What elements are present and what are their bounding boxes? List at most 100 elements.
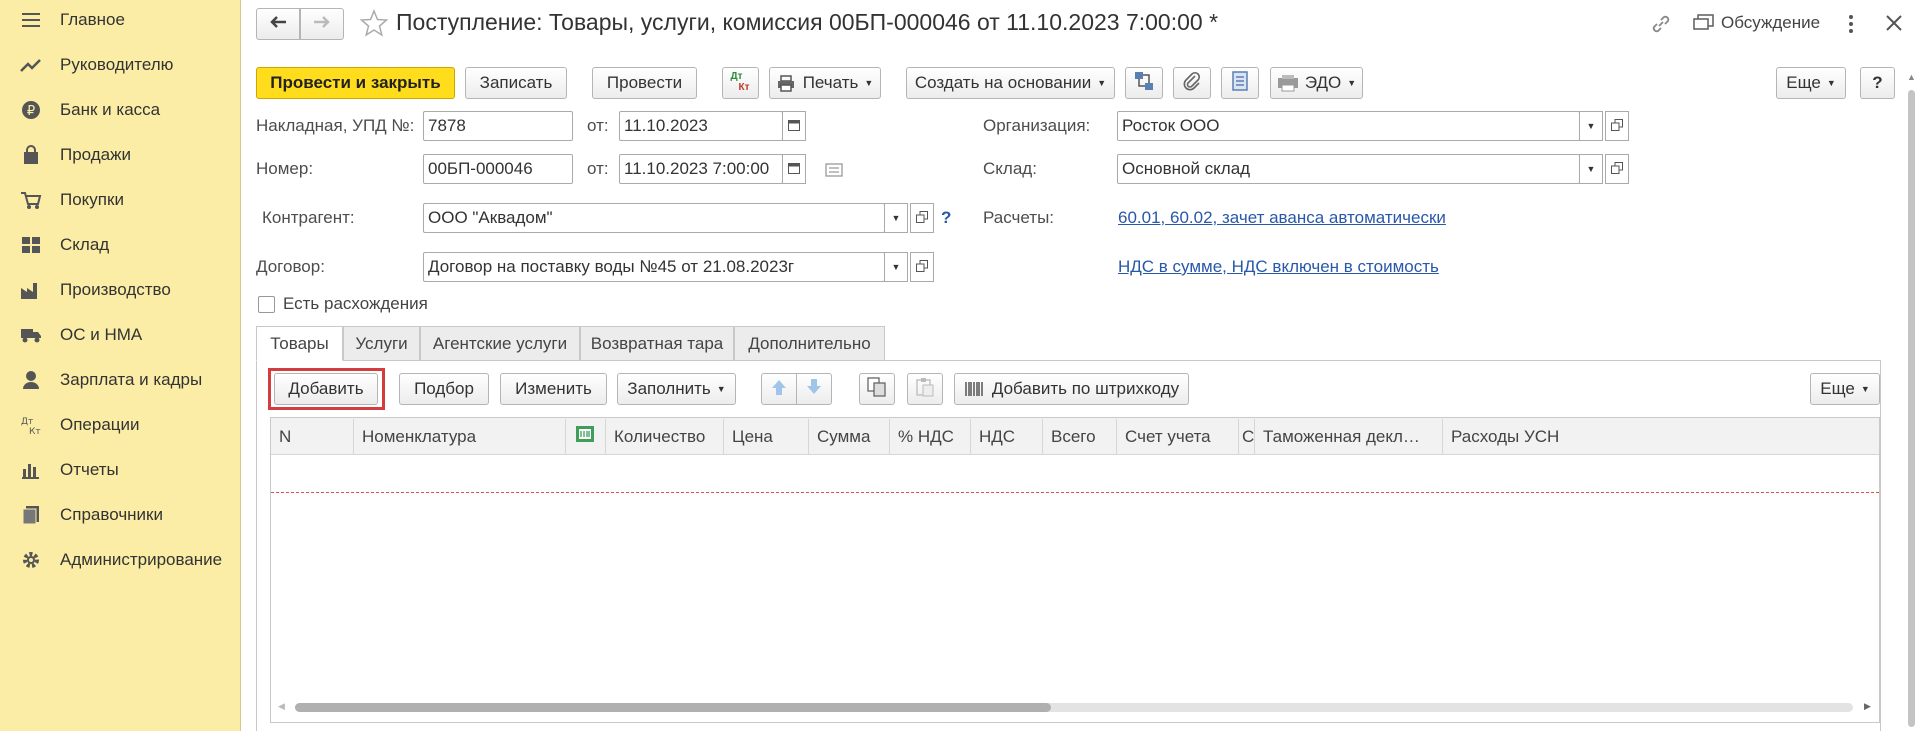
column-header-nomenclature[interactable]: Номенклатура: [354, 419, 566, 454]
column-header-total[interactable]: Всего: [1043, 419, 1117, 454]
document-list-button[interactable]: [1221, 67, 1259, 99]
move-up-button[interactable]: [761, 373, 797, 405]
invoice-date-calendar-button[interactable]: [782, 111, 806, 141]
organization-open-button[interactable]: [1605, 111, 1629, 141]
column-header-usn-expenses[interactable]: Расходы УСН: [1443, 419, 1643, 454]
sidebar-item-bank[interactable]: ₽ Банк и касса: [0, 90, 240, 130]
sidebar-item-fixed-assets[interactable]: ОС и НМА: [0, 315, 240, 355]
sidebar-item-production[interactable]: Производство: [0, 270, 240, 310]
chevron-down-icon: ▼: [716, 384, 726, 394]
discussion-button[interactable]: Обсуждение: [1721, 13, 1820, 33]
sidebar-item-label: Главное: [60, 10, 125, 29]
column-header-price[interactable]: Цена: [724, 419, 809, 454]
edo-button[interactable]: ЭДО ▼: [1270, 67, 1363, 99]
sidebar-item-operations[interactable]: Дт Кт Операции: [0, 405, 240, 445]
table-row[interactable]: [271, 455, 1879, 493]
tab-additional[interactable]: Дополнительно: [734, 326, 885, 361]
add-button[interactable]: Добавить: [274, 373, 378, 405]
svg-text:Дт: Дт: [21, 417, 33, 427]
sidebar-item-administration[interactable]: Администрирование: [0, 540, 240, 580]
edo-icon: [1277, 74, 1299, 92]
organization-dropdown-button[interactable]: ▼: [1579, 111, 1603, 141]
structure-button[interactable]: [1125, 67, 1163, 99]
horizontal-scrollbar-thumb[interactable]: [295, 703, 1051, 712]
selection-button[interactable]: Подбор: [399, 373, 489, 405]
counterparty-open-button[interactable]: [910, 203, 934, 233]
sidebar-item-salary[interactable]: Зарплата и кадры: [0, 360, 240, 400]
scroll-up-icon[interactable]: ▲: [1907, 72, 1916, 82]
column-header-customs-declaration[interactable]: Таможенная декл…: [1255, 419, 1443, 454]
sidebar-item-purchases[interactable]: Покупки: [0, 180, 240, 220]
scroll-left-icon[interactable]: ◀: [278, 701, 285, 712]
more-vertical-icon[interactable]: [1847, 13, 1855, 40]
close-icon[interactable]: [1885, 14, 1903, 37]
create-based-on-button[interactable]: Создать на основании ▼: [906, 67, 1115, 99]
column-header-quantity[interactable]: Количество: [606, 419, 724, 454]
invoice-date-input[interactable]: 11.10.2023: [619, 111, 783, 141]
number-date-calendar-button[interactable]: [782, 154, 806, 184]
contract-input[interactable]: Договор на поставку воды №45 от 21.08.20…: [423, 252, 885, 282]
vertical-scrollbar-thumb[interactable]: [1908, 90, 1915, 727]
link-icon[interactable]: [1650, 13, 1672, 40]
counterparty-input[interactable]: ООО "Аквадом": [423, 203, 885, 233]
save-button[interactable]: Записать: [465, 67, 567, 99]
fill-button[interactable]: Заполнить ▼: [617, 373, 736, 405]
number-date-input[interactable]: 11.10.2023 7:00:00: [619, 154, 783, 184]
post-button[interactable]: Провести: [592, 67, 697, 99]
column-header-account[interactable]: Счет учета: [1117, 419, 1239, 454]
contract-open-button[interactable]: [910, 252, 934, 282]
column-header-c[interactable]: С: [1239, 419, 1255, 454]
open-window-icon: [1611, 159, 1623, 179]
scroll-right-icon[interactable]: ▶: [1864, 701, 1871, 712]
settlements-link[interactable]: 60.01, 60.02, зачет аванса автоматически: [1118, 208, 1446, 228]
print-button[interactable]: Печать ▼: [769, 67, 881, 99]
warehouse-open-button[interactable]: [1605, 154, 1629, 184]
calendar-icon: [788, 159, 800, 179]
post-and-close-button[interactable]: Провести и закрыть: [256, 67, 455, 99]
more-label: Еще: [1786, 73, 1821, 92]
paste-rows-button[interactable]: [907, 373, 943, 405]
column-header-marking[interactable]: [566, 419, 606, 454]
dt-kt-button[interactable]: Дт Кт: [722, 67, 759, 99]
comment-icon[interactable]: [825, 162, 843, 182]
vertical-scrollbar[interactable]: ▲: [1905, 72, 1917, 727]
column-header-n[interactable]: N: [271, 419, 354, 454]
sidebar-item-main[interactable]: Главное: [0, 0, 240, 40]
sidebar-item-directories[interactable]: Справочники: [0, 495, 240, 535]
invoice-date-label: от:: [587, 116, 609, 135]
edit-button[interactable]: Изменить: [500, 373, 607, 405]
column-header-vat-rate[interactable]: % НДС: [890, 419, 971, 454]
document-icon: [1232, 70, 1248, 96]
number-input[interactable]: 00БП-000046: [423, 154, 573, 184]
counterparty-dropdown-button[interactable]: ▼: [884, 203, 908, 233]
counterparty-help-icon[interactable]: ?: [941, 208, 951, 228]
copy-rows-button[interactable]: [859, 373, 895, 405]
tab-returnable-containers[interactable]: Возвратная тара: [580, 326, 734, 361]
column-header-amount[interactable]: Сумма: [809, 419, 890, 454]
organization-input[interactable]: Росток ООО: [1117, 111, 1580, 141]
contract-dropdown-button[interactable]: ▼: [884, 252, 908, 282]
attach-button[interactable]: [1173, 67, 1211, 99]
more-button[interactable]: Еще ▼: [1776, 67, 1846, 99]
tab-agent-services[interactable]: Агентские услуги: [420, 326, 580, 361]
horizontal-scrollbar[interactable]: ◀ ▶: [278, 700, 1875, 714]
sidebar-item-manager[interactable]: Руководителю: [0, 45, 240, 85]
favorite-star-icon[interactable]: [359, 9, 389, 42]
table-more-button[interactable]: Еще ▼: [1810, 373, 1880, 405]
sidebar-item-warehouse[interactable]: Склад: [0, 225, 240, 265]
back-button[interactable]: [256, 8, 300, 40]
tab-goods[interactable]: Товары: [256, 326, 343, 361]
warehouse-input[interactable]: Основной склад: [1117, 154, 1580, 184]
warehouse-dropdown-button[interactable]: ▼: [1579, 154, 1603, 184]
forward-button[interactable]: [300, 8, 344, 40]
sidebar-item-sales[interactable]: Продажи: [0, 135, 240, 175]
move-down-button[interactable]: [796, 373, 832, 405]
invoice-number-input[interactable]: 7878: [423, 111, 573, 141]
sidebar-item-reports[interactable]: Отчеты: [0, 450, 240, 490]
help-button[interactable]: ?: [1860, 67, 1895, 99]
vat-mode-link[interactable]: НДС в сумме, НДС включен в стоимость: [1118, 257, 1439, 277]
add-by-barcode-button[interactable]: Добавить по штрихкоду: [954, 373, 1189, 405]
tab-services[interactable]: Услуги: [343, 326, 420, 361]
discrepancy-checkbox[interactable]: [258, 296, 275, 313]
column-header-vat[interactable]: НДС: [971, 419, 1043, 454]
